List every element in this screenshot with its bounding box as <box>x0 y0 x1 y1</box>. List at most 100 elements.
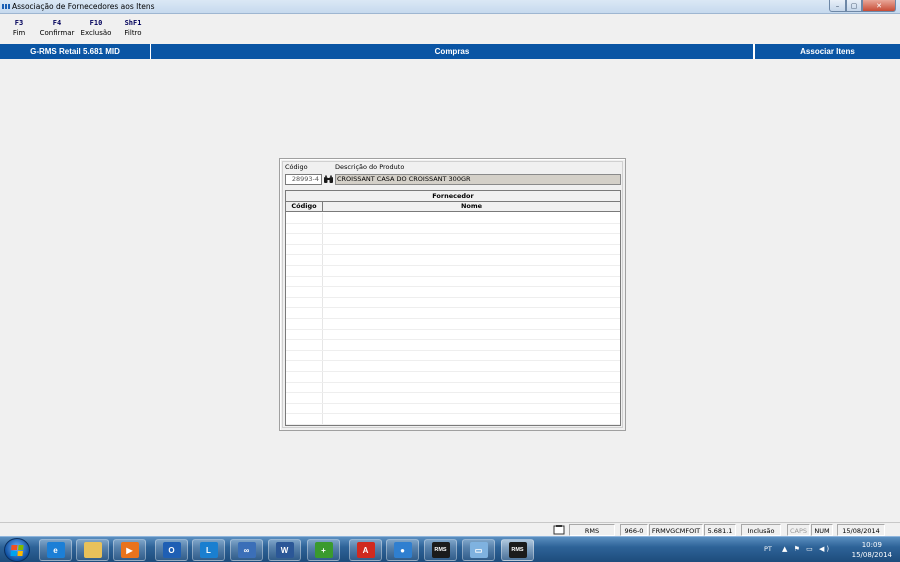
fkey-key: F3 <box>14 19 24 27</box>
codigo-label: Código <box>285 163 308 171</box>
table-row[interactable] <box>286 297 620 309</box>
fkey-label: Fim <box>12 29 26 37</box>
app-version: G-RMS Retail 5.681 MID <box>0 44 151 59</box>
status-form: FRMVGCMFOIT <box>649 524 703 536</box>
binoculars-icon[interactable] <box>323 174 334 185</box>
column-header-codigo[interactable]: Código <box>286 202 323 211</box>
clock[interactable]: 10:09 15/08/2014 <box>852 540 892 560</box>
table-row[interactable] <box>286 403 620 415</box>
rms-app-icon: RMS <box>431 542 450 558</box>
media-player-icon: ▶ <box>120 542 139 558</box>
column-header-nome[interactable]: Nome <box>323 202 620 211</box>
internet-explorer-icon: e <box>46 542 65 558</box>
taskbar-button[interactable]: ▶ <box>113 539 146 561</box>
table-row[interactable] <box>286 244 620 256</box>
taskbar-button[interactable]: A <box>349 539 382 561</box>
window-app-icon: ▭ <box>469 542 488 558</box>
codigo-input[interactable]: 28993-4 <box>285 174 322 185</box>
status-system: RMS <box>569 524 615 536</box>
taskbar-button[interactable]: + <box>307 539 340 561</box>
app-icon <box>2 4 10 9</box>
grid-rows[interactable] <box>286 213 620 425</box>
fkey-key: ShF1 <box>124 19 142 27</box>
outlook-icon: O <box>162 542 181 558</box>
windows-logo-icon <box>10 545 24 556</box>
status-num: NUM <box>811 524 833 536</box>
clock-time: 10:09 <box>861 541 882 549</box>
table-row[interactable] <box>286 223 620 235</box>
table-row[interactable] <box>286 350 620 362</box>
status-date: 15/08/2014 <box>837 524 885 536</box>
table-row[interactable] <box>286 318 620 330</box>
link-app-icon: ∞ <box>237 542 256 558</box>
acrobat-icon: A <box>356 542 375 558</box>
descricao-label: Descrição do Produto <box>335 163 405 171</box>
stack-app-icon: + <box>314 542 333 558</box>
table-row[interactable] <box>286 340 620 351</box>
table-row[interactable] <box>286 276 620 288</box>
close-button[interactable]: ✕ <box>862 0 896 12</box>
status-store: 966-0 <box>620 524 648 536</box>
fkey-filtro[interactable]: ShF1 Filtro <box>118 19 148 39</box>
start-button[interactable] <box>4 538 30 562</box>
maximize-button[interactable]: ▢ <box>846 0 862 12</box>
fkey-confirmar[interactable]: F4 Confirmar <box>38 19 76 39</box>
table-row[interactable] <box>286 371 620 383</box>
fkey-fim[interactable]: F3 Fim <box>6 19 32 39</box>
table-row[interactable] <box>286 382 620 394</box>
taskbar-button[interactable]: e <box>39 539 72 561</box>
window-title: Associação de Fornecedores aos Itens <box>12 2 155 11</box>
tray-icons[interactable]: ▲ ⚑ ▭ ◀) <box>782 545 837 553</box>
supplier-grid[interactable]: Fornecedor Código Nome <box>285 190 621 426</box>
grid-group-header: Fornecedor <box>286 191 620 202</box>
window-titlebar[interactable]: Associação de Fornecedores aos Itens – ▢… <box>0 0 900 14</box>
word-icon: W <box>275 542 294 558</box>
page-icon <box>553 525 565 535</box>
table-row[interactable] <box>286 265 620 277</box>
globe-app-icon: ● <box>393 542 412 558</box>
window-controls: – ▢ ✕ <box>829 0 896 12</box>
table-row[interactable] <box>286 234 620 245</box>
table-row[interactable] <box>286 414 620 425</box>
lync-icon: L <box>199 542 218 558</box>
table-row[interactable] <box>286 308 620 319</box>
screen-name: Associar Itens <box>754 44 900 59</box>
table-row[interactable] <box>286 361 620 372</box>
module-name: Compras <box>151 44 754 59</box>
fkey-label: Confirmar <box>39 29 75 37</box>
file-explorer-icon <box>83 542 102 558</box>
taskbar: e ▶ O L ∞ W + A ● RMS ▭ RMS PT ▲ ⚑ ▭ ◀) 10:09 15/08… <box>0 536 900 562</box>
grid-column-headers: Código Nome <box>286 202 620 212</box>
table-row[interactable] <box>286 287 620 298</box>
function-key-toolbar: F3 Fim F4 Confirmar F10 Exclusão ShF1 Fi… <box>0 16 900 42</box>
taskbar-button[interactable]: L <box>192 539 225 561</box>
taskbar-button[interactable]: ▭ <box>462 539 495 561</box>
taskbar-button[interactable]: W <box>268 539 301 561</box>
taskbar-button[interactable]: RMS <box>501 539 534 561</box>
supplier-association-panel: Código Descrição do Produto 28993-4 CROI… <box>279 158 626 431</box>
fkey-key: F10 <box>89 19 103 27</box>
status-bar: RMS 966-0 FRMVGCMFOIT 5.681.1 Inclusão C… <box>0 522 900 536</box>
rms-app-active-icon: RMS <box>508 542 527 558</box>
table-row[interactable] <box>286 213 620 224</box>
fkey-key: F4 <box>52 19 62 27</box>
taskbar-button[interactable]: RMS <box>424 539 457 561</box>
status-mode: Inclusão <box>741 524 781 536</box>
taskbar-button[interactable]: O <box>155 539 188 561</box>
taskbar-button[interactable]: ∞ <box>230 539 263 561</box>
taskbar-button[interactable]: ● <box>386 539 419 561</box>
module-header: G-RMS Retail 5.681 MID Compras Associar … <box>0 44 900 59</box>
table-row[interactable] <box>286 255 620 266</box>
system-tray: PT ▲ ⚑ ▭ ◀) 10:09 15/08/2014 <box>760 537 900 562</box>
fkey-label: Exclusão <box>80 29 112 37</box>
table-row[interactable] <box>286 329 620 341</box>
table-row[interactable] <box>286 393 620 404</box>
fkey-label: Filtro <box>124 29 142 37</box>
status-version: 5.681.1 <box>704 524 736 536</box>
fkey-exclusao[interactable]: F10 Exclusão <box>80 19 112 39</box>
taskbar-button[interactable] <box>76 539 109 561</box>
descricao-field: CROISSANT CASA DO CROISSANT 300GR <box>335 174 621 185</box>
minimize-button[interactable]: – <box>829 0 846 12</box>
status-caps: CAPS <box>787 524 810 536</box>
language-indicator[interactable]: PT <box>764 545 772 553</box>
